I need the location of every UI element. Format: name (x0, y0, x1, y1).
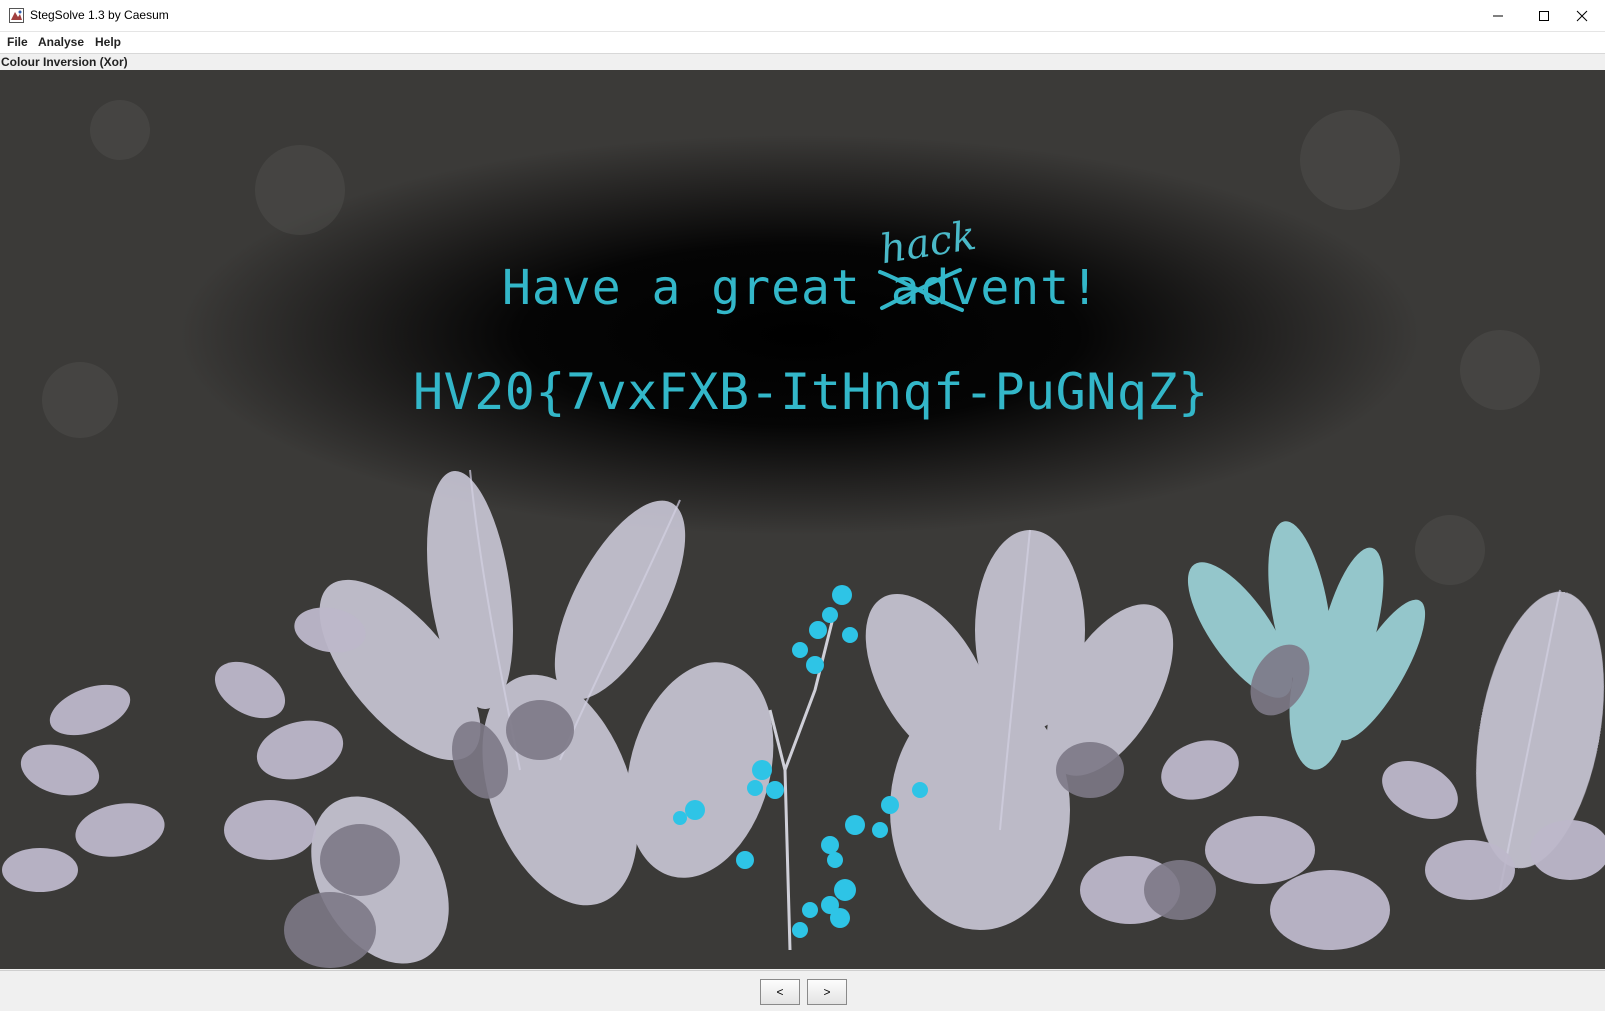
menu-help[interactable]: Help (95, 35, 121, 49)
minimize-button[interactable] (1475, 0, 1521, 31)
view-mode-label: Colour Inversion (Xor) (1, 55, 128, 69)
previous-button[interactable]: < (760, 979, 800, 1005)
flag-text: HV20{7vxFXB-ItHnqf-PuGNqZ} (413, 363, 1209, 421)
image-canvas: Have a great advent! hack HV20{7vxFXB-It… (0, 70, 1605, 969)
next-button[interactable]: > (807, 979, 847, 1005)
maximize-icon (1539, 10, 1549, 21)
minimize-icon (1493, 15, 1503, 16)
stegsolve-app-icon (9, 8, 24, 23)
greeting-suffix: vent! (950, 260, 1100, 316)
plant-foliage-illustration (2, 100, 1605, 968)
close-button[interactable] (1559, 0, 1605, 31)
title-bar: StegSolve 1.3 by Caesum (0, 0, 1605, 32)
menu-file[interactable]: File (7, 35, 28, 49)
menu-analyse[interactable]: Analyse (38, 35, 84, 49)
navigation-bar: < > (0, 970, 1605, 1011)
greeting-text: Have a great advent! (502, 260, 1100, 316)
window-title: StegSolve 1.3 by Caesum (30, 8, 169, 22)
menu-bar: File Analyse Help (0, 32, 1605, 54)
greeting-prefix: Have a great (502, 260, 891, 316)
close-icon (1576, 10, 1588, 21)
